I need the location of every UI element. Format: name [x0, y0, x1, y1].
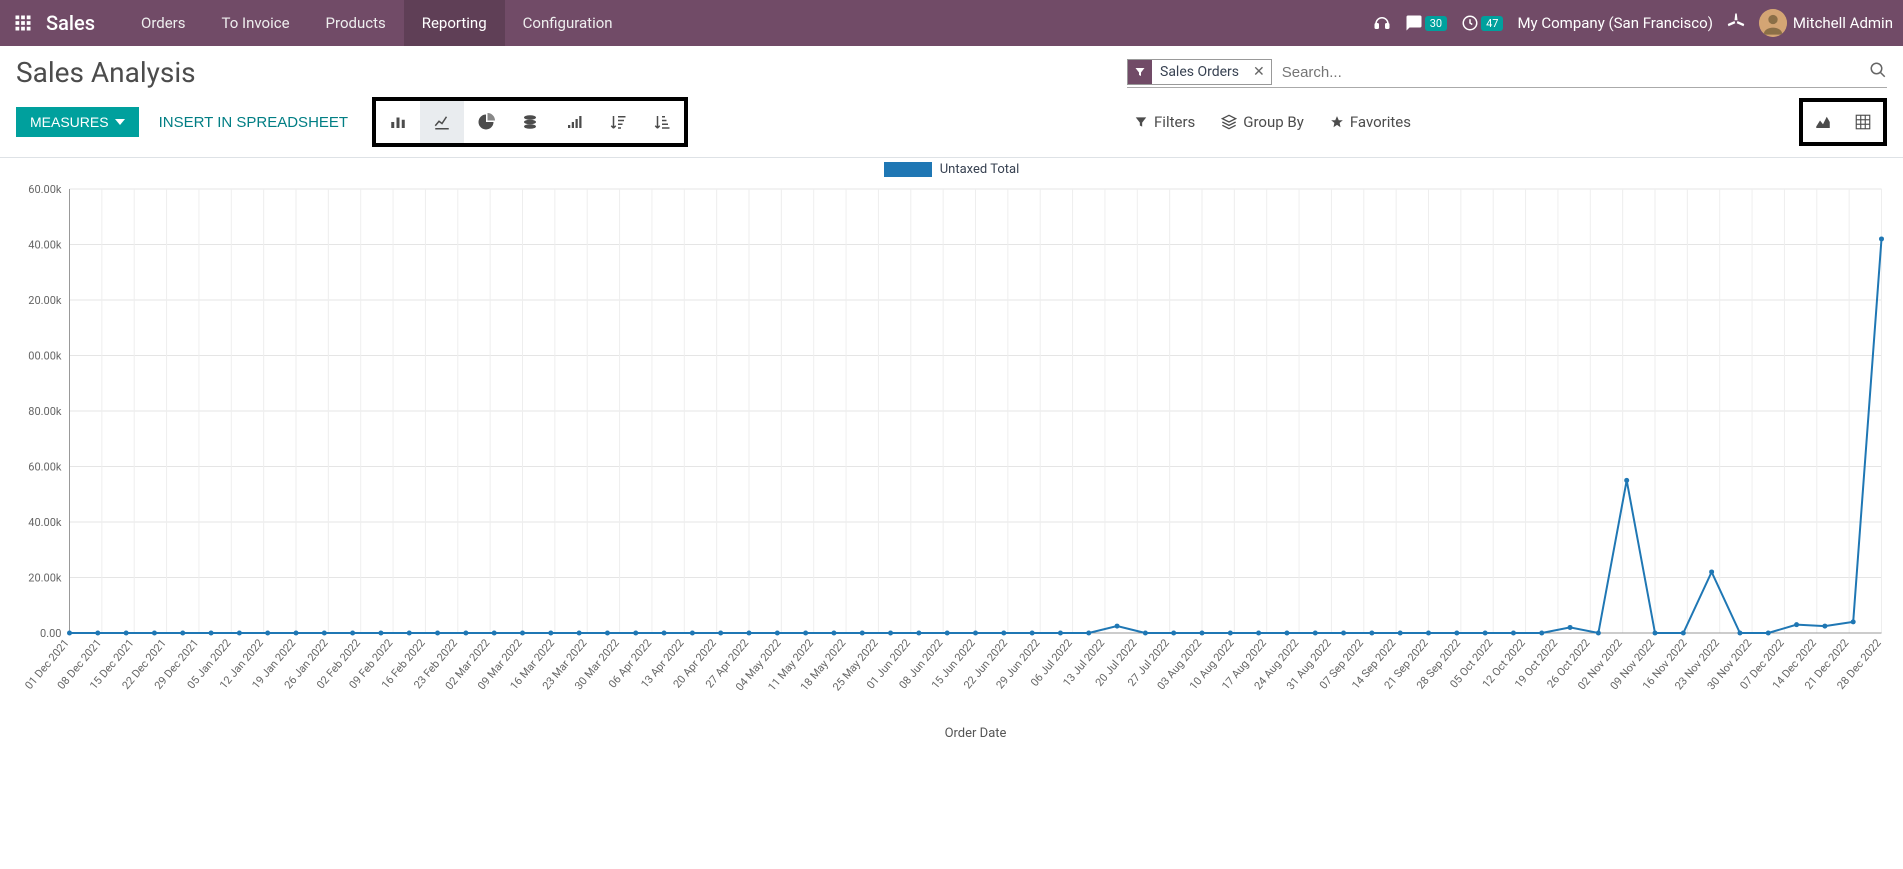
- chart-legend[interactable]: Untaxed Total: [10, 162, 1893, 177]
- apps-icon[interactable]: [10, 10, 36, 36]
- star-icon: [1330, 115, 1344, 129]
- filter-icon: [1128, 60, 1152, 84]
- sort-desc2-button[interactable]: [640, 101, 684, 143]
- pivot-view-button[interactable]: [1843, 102, 1883, 142]
- control-panel: Sales Analysis Sales Orders ✕ MEASURES I…: [0, 46, 1903, 158]
- company-selector[interactable]: My Company (San Francisco): [1517, 14, 1712, 32]
- app-brand[interactable]: Sales: [46, 11, 95, 35]
- caret-down-icon: [115, 117, 125, 127]
- svg-text:Order Date: Order Date: [945, 726, 1007, 741]
- chart-area: Untaxed Total 0.00 20.00k 40.00k 60.00k 80.0…: [0, 158, 1903, 753]
- search-options: Filters Group By Favorites: [1134, 113, 1411, 131]
- main-menu: Orders To Invoice Products Reporting Con…: [123, 0, 631, 46]
- groupby-label: Group By: [1243, 113, 1304, 131]
- filters-label: Filters: [1154, 113, 1195, 131]
- legend-label: Untaxed Total: [940, 162, 1019, 177]
- search-icon[interactable]: [1869, 61, 1887, 83]
- menu-reporting[interactable]: Reporting: [404, 0, 505, 46]
- line-chart: 0.00 20.00k 40.00k 60.00k 80.00k 00.00k 20.00k…: [10, 183, 1893, 743]
- bar-chart-button[interactable]: [376, 101, 420, 143]
- pie-chart-button[interactable]: [464, 101, 508, 143]
- activities-icon[interactable]: 47: [1461, 14, 1503, 32]
- layers-icon: [1221, 114, 1237, 130]
- menu-orders[interactable]: Orders: [123, 0, 204, 46]
- svg-text:00.00k: 00.00k: [28, 350, 62, 363]
- facet-label: Sales Orders: [1152, 64, 1247, 80]
- navbar-right: 30 47 My Company (San Francisco) Mitchel…: [1373, 9, 1893, 37]
- main-navbar: Sales Orders To Invoice Products Reporti…: [0, 0, 1903, 46]
- user-menu[interactable]: Mitchell Admin: [1759, 9, 1893, 37]
- stacked-button[interactable]: [508, 101, 552, 143]
- menu-products[interactable]: Products: [308, 0, 404, 46]
- graph-view-button[interactable]: [1803, 102, 1843, 142]
- support-icon[interactable]: [1373, 14, 1391, 32]
- activities-badge: 47: [1481, 16, 1503, 31]
- search-bar[interactable]: Sales Orders ✕: [1127, 57, 1887, 88]
- filter-icon: [1134, 115, 1148, 129]
- measures-button[interactable]: MEASURES: [16, 107, 139, 137]
- avatar: [1759, 9, 1787, 37]
- user-name: Mitchell Admin: [1793, 14, 1893, 32]
- svg-text:0.00: 0.00: [40, 627, 61, 640]
- messages-icon[interactable]: 30: [1405, 14, 1447, 32]
- search-input[interactable]: [1278, 62, 1863, 83]
- svg-text:60.00k: 60.00k: [28, 461, 62, 474]
- filters-dropdown[interactable]: Filters: [1134, 113, 1195, 131]
- sort-desc-button[interactable]: [596, 101, 640, 143]
- favorites-dropdown[interactable]: Favorites: [1330, 113, 1411, 131]
- measures-label: MEASURES: [30, 114, 109, 130]
- svg-text:20.00k: 20.00k: [28, 572, 62, 585]
- svg-text:40.00k: 40.00k: [28, 516, 62, 529]
- messages-badge: 30: [1425, 16, 1447, 31]
- favorites-label: Favorites: [1350, 113, 1411, 131]
- page-title: Sales Analysis: [16, 56, 196, 89]
- menu-to-invoice[interactable]: To Invoice: [204, 0, 308, 46]
- svg-text:40.00k: 40.00k: [28, 239, 62, 252]
- facet-remove-icon[interactable]: ✕: [1247, 64, 1271, 80]
- svg-text:60.00k: 60.00k: [28, 183, 62, 196]
- search-facet-sales-orders: Sales Orders ✕: [1127, 59, 1272, 85]
- svg-text:20.00k: 20.00k: [28, 294, 62, 307]
- chart-tools-group: [372, 97, 688, 147]
- sort-asc-button[interactable]: [552, 101, 596, 143]
- insert-spreadsheet-button[interactable]: INSERT IN SPREADSHEET: [153, 107, 355, 138]
- legend-swatch: [884, 162, 932, 177]
- debug-icon[interactable]: [1727, 12, 1745, 34]
- groupby-dropdown[interactable]: Group By: [1221, 113, 1304, 131]
- line-chart-button[interactable]: [420, 101, 464, 143]
- svg-text:80.00k: 80.00k: [28, 405, 62, 418]
- view-switcher: [1799, 98, 1887, 146]
- menu-configuration[interactable]: Configuration: [505, 0, 631, 46]
